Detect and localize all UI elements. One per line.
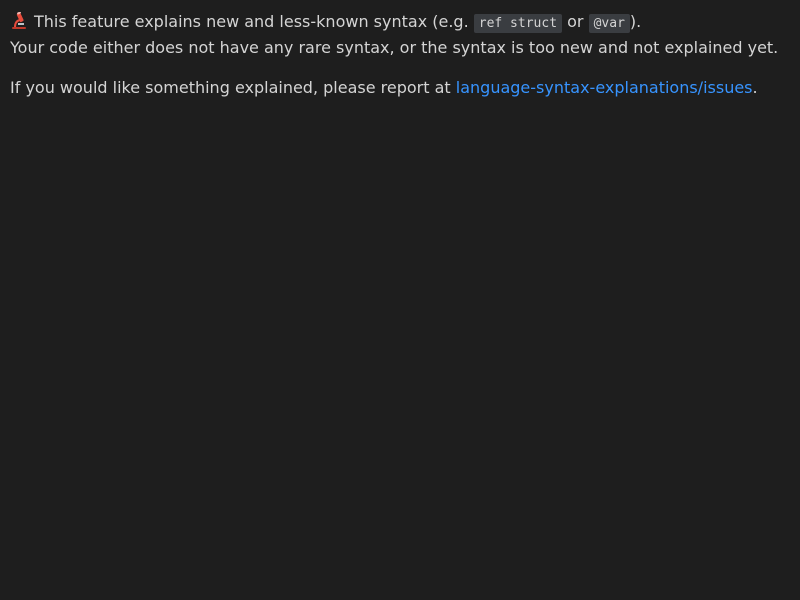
syntax-explanations-panel: This feature explains new and less-known…	[10, 10, 790, 100]
microscope-icon	[10, 11, 28, 30]
example-var: @var	[588, 14, 630, 33]
intro-close-text: ).	[629, 12, 642, 31]
issues-link[interactable]: language-syntax-explanations/issues	[456, 78, 753, 97]
status-line: Your code either does not have any rare …	[10, 36, 790, 60]
or-text: or	[567, 12, 584, 31]
report-line: If you would like something explained, p…	[10, 76, 790, 100]
intro-text: This feature explains new and less-known…	[34, 12, 469, 31]
intro-line: This feature explains new and less-known…	[10, 10, 790, 36]
example-ref-struct: ref struct	[473, 14, 563, 33]
report-suffix-text: .	[752, 78, 758, 97]
status-text: Your code either does not have any rare …	[10, 38, 779, 57]
report-prefix-text: If you would like something explained, p…	[10, 78, 451, 97]
